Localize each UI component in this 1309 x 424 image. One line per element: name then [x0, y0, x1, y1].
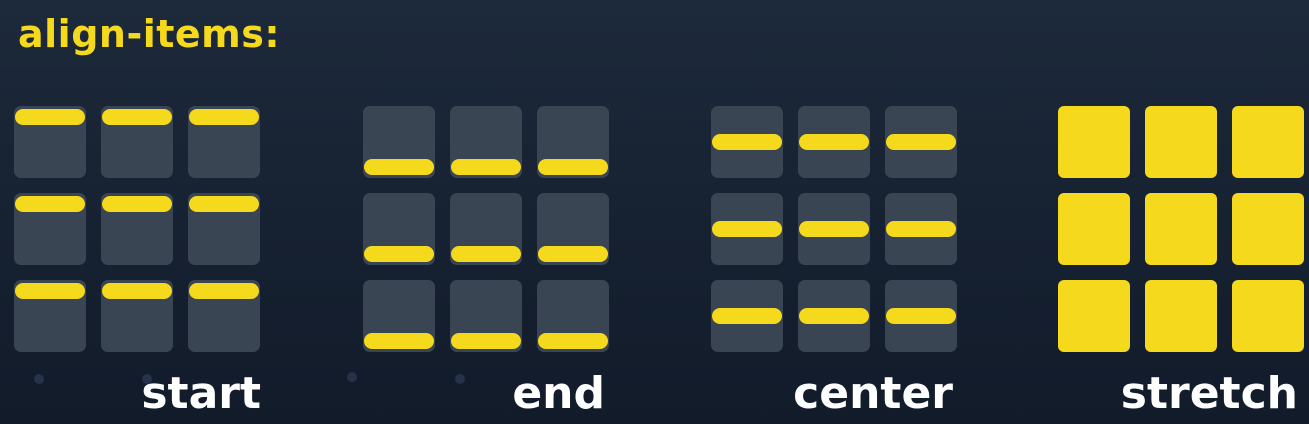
aligned-item-bar	[886, 134, 956, 150]
grid-cell	[1145, 280, 1217, 352]
aligned-item-bar	[451, 246, 521, 262]
grid-cell	[711, 106, 783, 178]
aligned-item-bar	[364, 333, 434, 349]
grid-cell	[14, 106, 86, 178]
grid-cell	[537, 106, 609, 178]
grid-cell	[711, 193, 783, 265]
grid-cell	[188, 193, 260, 265]
aligned-item-bar	[451, 333, 521, 349]
grid-cell	[363, 280, 435, 352]
grid-cell	[1232, 106, 1304, 178]
page-title: align-items:	[18, 12, 281, 56]
decorative-dot	[347, 372, 357, 382]
label-start: start	[141, 368, 261, 419]
aligned-item-bar	[15, 196, 85, 212]
aligned-item-bar	[102, 283, 172, 299]
grid-cell	[450, 106, 522, 178]
grid-cell	[188, 280, 260, 352]
aligned-item-bar	[102, 196, 172, 212]
aligned-item-bar	[102, 109, 172, 125]
align-end-grid	[363, 106, 611, 352]
aligned-item-bar	[712, 134, 782, 150]
grid-cell	[101, 193, 173, 265]
grid-cell	[363, 106, 435, 178]
grid-cell	[450, 193, 522, 265]
grid-cell	[537, 193, 609, 265]
grid-cell	[798, 193, 870, 265]
grid-cell	[101, 280, 173, 352]
aligned-item-bar	[451, 159, 521, 175]
grid-cell	[1058, 193, 1130, 265]
grid-cell	[450, 280, 522, 352]
label-stretch: stretch	[1120, 368, 1298, 419]
aligned-item-bar	[799, 308, 869, 324]
label-center: center	[793, 368, 953, 419]
aligned-item-bar	[189, 283, 259, 299]
decorative-dot	[142, 374, 152, 384]
grid-cell	[798, 106, 870, 178]
aligned-item-bar	[538, 333, 608, 349]
grid-cell	[14, 193, 86, 265]
aligned-item-bar	[364, 159, 434, 175]
aligned-item-bar	[189, 196, 259, 212]
grid-cell	[101, 106, 173, 178]
aligned-item-bar	[538, 246, 608, 262]
grid-cell	[537, 280, 609, 352]
grid-cell	[363, 193, 435, 265]
grid-cell	[14, 280, 86, 352]
grid-cell	[885, 280, 957, 352]
grid-cell	[1232, 280, 1304, 352]
aligned-item-bar	[886, 221, 956, 237]
decorative-dot	[455, 374, 465, 384]
grid-cell	[1058, 106, 1130, 178]
aligned-item-bar	[886, 308, 956, 324]
grid-cell	[798, 280, 870, 352]
decorative-dot	[34, 374, 44, 384]
grid-cell	[1058, 280, 1130, 352]
aligned-item-bar	[189, 109, 259, 125]
aligned-item-bar	[799, 221, 869, 237]
grid-cell	[885, 193, 957, 265]
aligned-item-bar	[15, 283, 85, 299]
aligned-item-bar	[15, 109, 85, 125]
aligned-item-bar	[712, 308, 782, 324]
grid-cell	[188, 106, 260, 178]
label-end: end	[512, 368, 605, 419]
grid-cell	[1145, 106, 1217, 178]
align-start-grid	[14, 106, 262, 352]
aligned-item-bar	[364, 246, 434, 262]
aligned-item-bar	[538, 159, 608, 175]
align-center-grid	[711, 106, 959, 352]
align-stretch-grid	[1058, 106, 1306, 352]
grid-cell	[1145, 193, 1217, 265]
aligned-item-bar	[712, 221, 782, 237]
grid-cell	[1232, 193, 1304, 265]
grid-cell	[711, 280, 783, 352]
grid-cell	[885, 106, 957, 178]
aligned-item-bar	[799, 134, 869, 150]
